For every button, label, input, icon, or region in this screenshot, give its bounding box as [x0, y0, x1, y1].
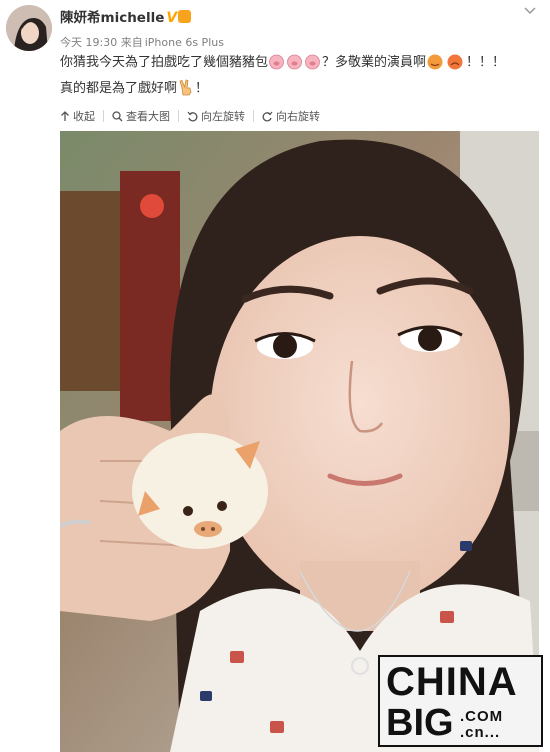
post-text: 你猜我今天為了拍戲吃了幾個豬豬包 ？多敬業的演員啊 ！！！ 真的都是為了戲好啊 ！: [60, 52, 540, 104]
timestamp[interactable]: 今天 19:30: [60, 36, 117, 49]
post-meta: 今天 19:30 来自 iPhone 6s Plus: [60, 34, 224, 50]
rotate-right-label[interactable]: 向右旋转: [276, 108, 320, 124]
verified-badge-icon: V: [166, 10, 178, 26]
toolbar-divider: [103, 110, 104, 122]
member-badge-icon: [178, 10, 192, 23]
post-text-part1: 你猜我今天為了拍戲吃了幾個豬豬包: [60, 55, 269, 70]
chevron-down-icon[interactable]: [524, 3, 536, 19]
watermark-logo: CHINA BIG .COM .cn...: [378, 655, 543, 747]
magnifier-icon: [112, 110, 123, 121]
post-text-line2-end: ！: [195, 81, 209, 96]
view-large-button[interactable]: 查看大图: [112, 108, 170, 124]
post-text-part3: ！！！: [466, 55, 506, 70]
post-text-part2: ？多敬業的演員啊: [322, 55, 427, 70]
watermark-line1: CHINA: [386, 660, 518, 704]
rotate-left-button[interactable]: 向左旋转: [187, 108, 245, 124]
watermark-line3: .COM .cn...: [460, 709, 503, 741]
toolbar-divider: [178, 110, 179, 122]
watermark-cn: .cn...: [460, 724, 501, 741]
watermark-com: .COM: [460, 708, 504, 725]
watermark-line2: BIG: [386, 702, 454, 744]
victory-hand-emoji-icon: [177, 79, 195, 104]
post-header: 陳妍希michelle V 今天 19:30 来自 iPhone 6s Plus 你…: [0, 0, 550, 100]
image-toolbar: 收起 查看大图 向左旋转 向右旋转: [60, 108, 320, 124]
username[interactable]: 陳妍希michelle V: [60, 6, 192, 26]
rotate-left-icon: [187, 111, 198, 121]
arrow-up-icon: [61, 110, 69, 121]
pig-emoji-icon: [268, 53, 322, 78]
view-large-label[interactable]: 查看大图: [126, 108, 170, 124]
avatar[interactable]: [6, 5, 52, 51]
toolbar-divider: [253, 110, 254, 122]
rotate-right-icon: [262, 111, 273, 121]
collapse-button[interactable]: 收起: [60, 108, 95, 124]
source-prefix: 来自: [120, 36, 143, 49]
rotate-right-button[interactable]: 向右旋转: [262, 108, 320, 124]
collapse-label[interactable]: 收起: [73, 108, 95, 124]
face-emoji-icon: [426, 53, 466, 78]
post-text-line2: 真的都是為了戲好啊: [60, 81, 178, 96]
username-text[interactable]: 陳妍希michelle: [60, 10, 164, 26]
rotate-left-label[interactable]: 向左旋转: [201, 108, 245, 124]
device-link[interactable]: iPhone 6s Plus: [145, 36, 224, 49]
